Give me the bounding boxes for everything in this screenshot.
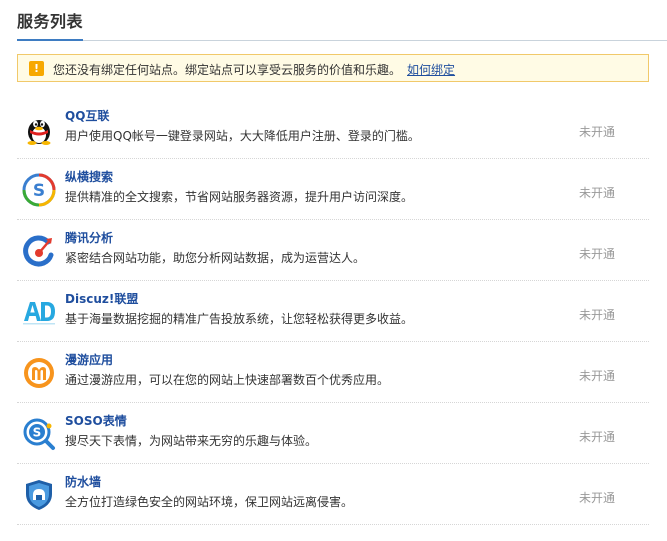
service-status: 未开通	[578, 247, 615, 261]
ad-icon	[23, 302, 55, 325]
firewall-shield-icon	[26, 480, 52, 510]
service-row-emoticon: S SOSO表情 搜尽天下表情，为网站带来无穷的乐趣与体验。 未开通	[17, 403, 649, 464]
service-name[interactable]: Discuz!联盟	[65, 290, 138, 307]
service-name[interactable]: 纵横搜索	[65, 168, 113, 185]
service-desc: 提供精准的全文搜索，节省网站服务器资源，提升用户访问深度。	[65, 190, 414, 204]
service-row-firewall: 防水墙 全方位打造绿色安全的网站环境，保卫网站远离侵害。 未开通	[17, 464, 649, 525]
service-row-union: Discuz!联盟 基于海量数据挖掘的精准广告投放系统，让您轻松获得更多收益。 …	[17, 281, 649, 342]
notice-text-line: 您还没有绑定任何站点。绑定站点可以享受云服务的价值和乐趣。 如何绑定	[53, 61, 455, 78]
service-status: 未开通	[578, 430, 615, 444]
service-status: 未开通	[578, 186, 615, 200]
page-title: 服务列表	[17, 12, 84, 31]
service-desc: 紧密结合网站功能，助您分析网站数据，成为运营达人。	[65, 251, 366, 265]
service-status: 未开通	[578, 491, 615, 505]
service-desc: 通过漫游应用，可以在您的网站上快速部署数百个优秀应用。	[65, 373, 390, 387]
service-status: 未开通	[578, 125, 615, 139]
qq-penguin-icon	[27, 120, 51, 145]
soso-emoticon-icon: S	[23, 418, 55, 450]
service-name[interactable]: QQ互联	[65, 107, 109, 124]
service-desc: 基于海量数据挖掘的精准广告投放系统，让您轻松获得更多收益。	[65, 312, 414, 326]
notice-message: 您还没有绑定任何站点。绑定站点可以享受云服务的价值和乐趣。	[53, 63, 402, 77]
info-icon: !	[29, 61, 44, 76]
service-name[interactable]: 漫游应用	[65, 351, 113, 368]
svg-text:S: S	[33, 181, 45, 201]
soso-search-icon: S	[22, 173, 56, 207]
service-row-apps: 漫游应用 通过漫游应用，可以在您的网站上快速部署数百个优秀应用。 未开通	[17, 342, 649, 403]
page-header: 服务列表	[0, 0, 667, 42]
service-desc: 搜尽天下表情，为网站带来无穷的乐趣与体验。	[65, 434, 318, 448]
analytics-icon	[23, 235, 54, 267]
service-row-qq: QQ互联 用户使用QQ帐号一键登录网站，大大降低用户注册、登录的门槛。 未开通	[17, 98, 649, 159]
service-desc: 用户使用QQ帐号一键登录网站，大大降低用户注册、登录的门槛。	[65, 129, 420, 143]
service-status: 未开通	[578, 369, 615, 383]
service-status: 未开通	[578, 308, 615, 322]
manyou-icon	[24, 358, 54, 388]
service-name[interactable]: 防水墙	[65, 473, 101, 490]
svg-text:S: S	[33, 426, 42, 440]
service-name[interactable]: 腾讯分析	[65, 229, 113, 246]
title-divider	[17, 40, 667, 41]
service-row-analytics: 腾讯分析 紧密结合网站功能，助您分析网站数据，成为运营达人。 未开通	[17, 220, 649, 281]
service-row-search: S 纵横搜索 提供精准的全文搜索，节省网站服务器资源，提升用户访问深度。 未开通	[17, 159, 649, 220]
service-desc: 全方位打造绿色安全的网站环境，保卫网站远离侵害。	[65, 495, 354, 509]
service-name[interactable]: SOSO表情	[65, 412, 127, 429]
bind-notice: ! 您还没有绑定任何站点。绑定站点可以享受云服务的价值和乐趣。 如何绑定	[17, 54, 649, 82]
title-accent-bar	[17, 39, 83, 41]
how-to-bind-link[interactable]: 如何绑定	[407, 63, 455, 77]
